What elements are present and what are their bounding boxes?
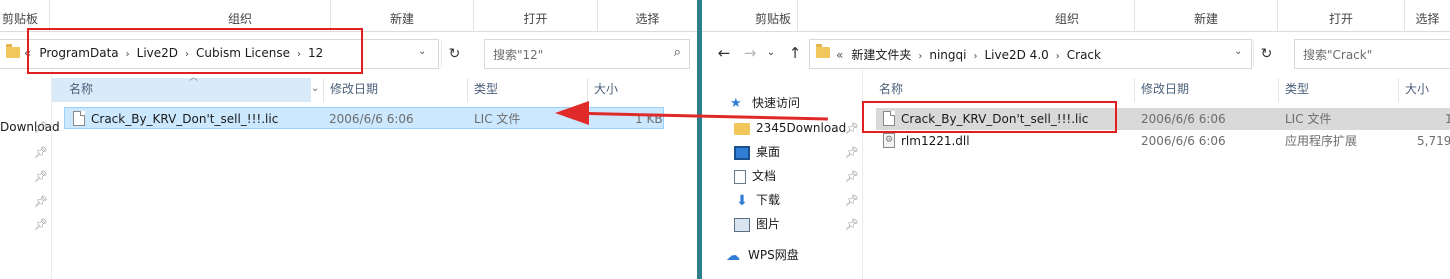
annotation-arrow-head-icon [555, 101, 589, 125]
breadcrumb-overflow[interactable]: « [836, 48, 843, 62]
file-date: 2006/6/6 6:06 [1141, 112, 1226, 126]
ribbon-select[interactable]: 选择 [1405, 10, 1450, 27]
annotation-box-right-file [862, 101, 1117, 133]
pin-icon[interactable]: 📌︎ [845, 146, 859, 159]
dll-file-icon [883, 133, 895, 148]
document-icon [734, 169, 746, 184]
up-arrow-icon[interactable]: ↑ [786, 43, 804, 63]
breadcrumb-crack[interactable]: Crack [1067, 48, 1101, 62]
column-separator[interactable] [1278, 78, 1279, 102]
folder-icon [734, 122, 750, 135]
nav-item-wps-cloud[interactable]: ☁ WPS网盘 [726, 244, 799, 266]
ribbon-new[interactable]: 新建 [1135, 10, 1277, 27]
nav-item-pictures[interactable]: 图片 [734, 213, 780, 235]
breadcrumb-ningqi[interactable]: ningqi [929, 48, 966, 62]
pin-icon[interactable]: 📌︎ [845, 170, 859, 183]
pin-icon[interactable]: 📌︎ [845, 122, 859, 135]
nav-quick-access[interactable]: ★ 快速访问 [730, 92, 800, 114]
cloud-icon: ☁ [726, 247, 740, 264]
nav-item-2345download[interactable]: 2345Download [734, 117, 846, 139]
file-type: LIC 文件 [474, 112, 521, 126]
pin-icon[interactable]: 📌︎ [845, 194, 859, 207]
recent-dropdown-icon[interactable]: ⌄ [762, 43, 780, 63]
file-size: 1 KB [635, 112, 663, 126]
address-bar[interactable]: « 新建文件夹 › ningqi › Live2D 4.0 › Crack ⌄ [809, 39, 1252, 69]
ribbon-select[interactable]: 选择 [598, 10, 697, 27]
ribbon-organize[interactable]: 组织 [1055, 10, 1079, 27]
file-name: rlm1221.dll [901, 134, 970, 148]
file-date: 2006/6/6 6:06 [1141, 134, 1226, 148]
address-dropdown-icon[interactable]: ⌄ [418, 46, 426, 57]
search-input[interactable]: 搜索"12" ⌕ [484, 39, 690, 69]
pin-icon[interactable]: 📌︎ [34, 121, 48, 134]
star-icon: ★ [730, 95, 742, 111]
ribbon-new[interactable]: 新建 [331, 10, 473, 27]
pin-icon[interactable]: 📌︎ [845, 218, 859, 231]
column-header-name[interactable]: 名称 [879, 78, 903, 102]
search-input[interactable]: 搜索"Crack" [1294, 39, 1450, 69]
breadcrumb-live2d-4[interactable]: Live2D 4.0 [984, 48, 1048, 62]
search-icon[interactable]: ⌕ [674, 45, 681, 60]
ribbon-organize[interactable]: 组织 [150, 10, 330, 27]
column-separator[interactable] [587, 78, 588, 102]
ribbon-clipboard[interactable]: 剪贴板 [2, 10, 49, 27]
pin-icon[interactable]: 📌︎ [34, 146, 48, 159]
back-arrow-icon[interactable]: ← [715, 43, 733, 63]
breadcrumb-new-folder[interactable]: 新建文件夹 [851, 46, 911, 63]
pin-icon[interactable]: 📌︎ [34, 218, 48, 231]
file-size: 5,719 [1417, 134, 1450, 148]
column-separator[interactable] [1134, 78, 1135, 102]
forward-arrow-icon[interactable]: → [741, 43, 759, 63]
column-separator[interactable] [467, 78, 468, 102]
desktop-icon [734, 145, 750, 160]
nav-item-documents[interactable]: 文档 [734, 165, 776, 187]
chevron-right-icon[interactable]: › [973, 51, 977, 62]
file-name: Crack_By_KRV_Don't_sell_!!!.lic [91, 112, 279, 126]
search-placeholder: 搜索"12" [493, 48, 544, 62]
nav-item-download-partial[interactable]: Download [0, 116, 60, 138]
column-header-name[interactable]: 名称 [69, 78, 93, 102]
ribbon-open[interactable]: 打开 [474, 10, 597, 27]
refresh-icon[interactable]: ↻ [1253, 41, 1279, 67]
pin-icon[interactable]: 📌︎ [34, 170, 48, 183]
file-row[interactable]: rlm1221.dll 2006/6/6 6:06 应用程序扩展 5,719 [876, 130, 1450, 152]
nav-item-downloads[interactable]: ⬇ 下载 [734, 189, 780, 211]
pictures-icon [734, 217, 750, 232]
refresh-icon[interactable]: ↻ [441, 41, 467, 67]
file-icon [73, 111, 85, 126]
address-dropdown-icon[interactable]: ⌄ [1234, 46, 1242, 57]
column-header-size[interactable]: 大小 [594, 78, 618, 102]
ribbon-group-labels: 剪贴板 组织 新建 打开 选择 [702, 0, 1450, 32]
file-size: 1 [1445, 112, 1450, 126]
column-dropdown-icon[interactable]: ⌄ [311, 78, 319, 102]
column-separator[interactable] [1398, 78, 1399, 102]
column-separator[interactable] [323, 78, 324, 102]
search-placeholder: 搜索"Crack" [1303, 48, 1373, 62]
annotation-box-left-path [27, 28, 363, 74]
column-header-type[interactable]: 类型 [1285, 78, 1309, 102]
column-header-type[interactable]: 类型 [474, 78, 498, 102]
column-header-size[interactable]: 大小 [1405, 78, 1429, 102]
folder-icon [6, 44, 20, 58]
column-header-date[interactable]: 修改日期 [1141, 78, 1189, 102]
pin-icon[interactable]: 📌︎ [34, 195, 48, 208]
file-type: LIC 文件 [1285, 112, 1332, 126]
file-type: 应用程序扩展 [1285, 134, 1358, 148]
ribbon-clipboard[interactable]: 剪贴板 [755, 10, 791, 27]
right-explorer-window: 剪贴板 组织 新建 打开 选择 ← → ⌄ ↑ « 新建文件夹 › ningqi › Li… [702, 0, 1450, 279]
file-date: 2006/6/6 6:06 [329, 112, 414, 126]
ribbon-open[interactable]: 打开 [1278, 10, 1404, 27]
chevron-right-icon[interactable]: › [918, 51, 922, 62]
column-header-date[interactable]: 修改日期 [330, 78, 378, 102]
folder-icon [816, 44, 830, 58]
chevron-right-icon[interactable]: › [1056, 51, 1060, 62]
download-icon: ⬇ [736, 192, 748, 209]
nav-item-desktop[interactable]: 桌面 [734, 141, 780, 163]
